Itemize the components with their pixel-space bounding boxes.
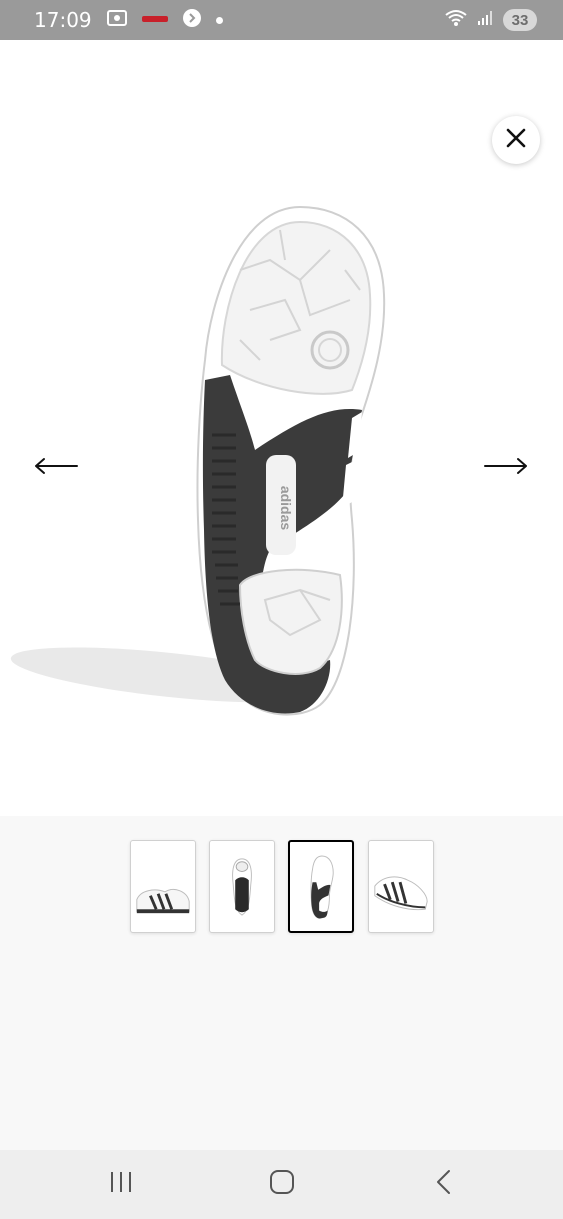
home-button[interactable] <box>252 1160 312 1210</box>
image-viewer: adidas <box>0 40 563 816</box>
battery-icon: 33 <box>503 9 537 31</box>
product-image: adidas <box>0 190 563 790</box>
thumbnail-sole-view[interactable] <box>288 840 354 933</box>
back-icon <box>435 1169 451 1200</box>
thumbnail-angle-view[interactable] <box>368 840 434 933</box>
thumbnail-side-view[interactable] <box>130 840 196 933</box>
signal-icon <box>477 10 493 31</box>
thumbnail-strip <box>0 816 563 1150</box>
recent-apps-button[interactable] <box>91 1160 151 1210</box>
thumbnail-top-view[interactable] <box>209 840 275 933</box>
close-icon <box>506 128 526 153</box>
status-right: 33 <box>445 9 537 32</box>
status-time: 17:09 <box>34 8 92 32</box>
arrow-right-icon <box>483 456 529 481</box>
sole-logo-text: adidas <box>278 486 294 531</box>
dot-icon <box>215 16 223 24</box>
close-button[interactable] <box>492 116 540 164</box>
back-button[interactable] <box>413 1160 473 1210</box>
wifi-icon <box>445 9 467 32</box>
system-nav-bar <box>0 1150 563 1219</box>
status-bar: 17:09 33 <box>0 0 563 40</box>
previous-image-button[interactable] <box>32 452 80 484</box>
home-icon <box>269 1169 295 1200</box>
recent-apps-icon <box>109 1171 133 1198</box>
notification-app-icon <box>141 11 168 29</box>
screen-record-icon <box>106 8 128 33</box>
next-image-button[interactable] <box>482 452 530 484</box>
arrow-left-icon <box>33 456 79 481</box>
status-left: 17:09 <box>34 8 223 33</box>
shazam-icon <box>182 8 202 33</box>
